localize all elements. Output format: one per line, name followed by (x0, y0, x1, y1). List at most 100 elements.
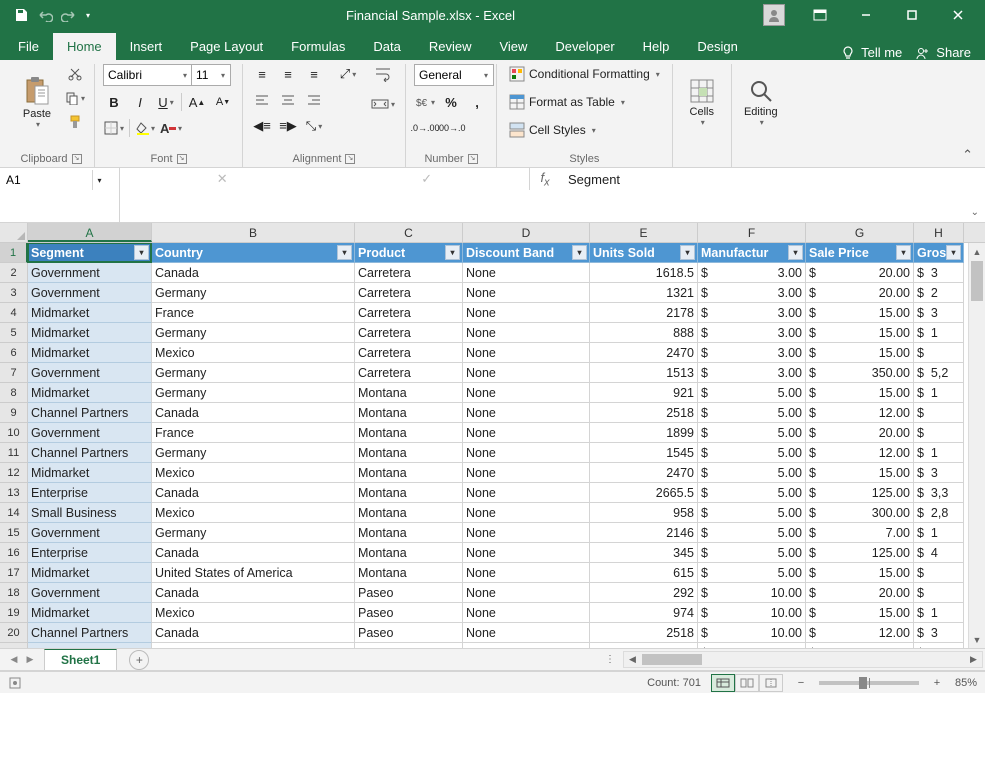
page-layout-view-button[interactable] (735, 674, 759, 692)
cell[interactable]: None (463, 563, 590, 583)
cell[interactable]: $3.00 (698, 303, 806, 323)
row-header[interactable]: 12 (0, 463, 28, 483)
cell[interactable]: 292 (590, 583, 698, 603)
cell[interactable]: Paseo (355, 583, 463, 603)
cell[interactable]: Canada (152, 583, 355, 603)
column-header-A[interactable]: A (28, 223, 152, 242)
cell[interactable]: None (463, 603, 590, 623)
macro-record-icon[interactable] (8, 676, 22, 690)
cell[interactable]: 958 (590, 503, 698, 523)
orientation-button[interactable]: ⤢▾ (337, 64, 359, 84)
cell[interactable]: Germany (152, 643, 355, 648)
zoom-level[interactable]: 85% (955, 677, 977, 689)
align-middle-button[interactable]: ≡ (277, 64, 299, 84)
cell[interactable]: $3.00 (698, 343, 806, 363)
maximize-button[interactable] (889, 0, 935, 30)
cell[interactable]: Montana (355, 483, 463, 503)
scroll-up-button[interactable]: ▲ (969, 243, 985, 260)
cell[interactable]: Carretera (355, 283, 463, 303)
cell[interactable]: $ (914, 583, 964, 603)
cell[interactable]: 921 (590, 383, 698, 403)
cell[interactable]: 1513 (590, 363, 698, 383)
row-header[interactable]: 4 (0, 303, 28, 323)
cell[interactable]: $10.00 (698, 623, 806, 643)
row-header[interactable]: 3 (0, 283, 28, 303)
cell[interactable]: $5.00 (698, 463, 806, 483)
horizontal-scrollbar[interactable]: ◀ ▶ (623, 651, 983, 668)
name-box-input[interactable] (2, 170, 92, 190)
cell[interactable]: $15.00 (806, 323, 914, 343)
font-launcher[interactable]: ↘ (177, 154, 187, 164)
editing-button[interactable]: Editing ▾ (740, 64, 782, 140)
expand-formula-bar-icon[interactable]: ⌄ (971, 207, 979, 218)
cell[interactable]: Segment▾ (28, 243, 152, 263)
sheet-nav-next[interactable]: ▶ (22, 652, 38, 668)
cell[interactable]: $3.00 (698, 323, 806, 343)
cell[interactable]: Germany (152, 363, 355, 383)
cell[interactable]: $15.00 (806, 303, 914, 323)
ribbon-tab-file[interactable]: File (4, 33, 53, 60)
enter-formula-icon[interactable]: ✓ (417, 171, 437, 187)
cell[interactable]: Germany (152, 443, 355, 463)
cell[interactable]: Canada (152, 263, 355, 283)
cell[interactable]: $ 1 (914, 603, 964, 623)
cell[interactable]: Canada (152, 403, 355, 423)
increase-decimal-button[interactable]: .0→.00 (414, 118, 436, 138)
cell[interactable]: None (463, 423, 590, 443)
bold-button[interactable]: B (103, 92, 125, 112)
cell[interactable]: Germany (152, 323, 355, 343)
scroll-down-button[interactable]: ▼ (969, 631, 985, 648)
column-header-G[interactable]: G (806, 223, 914, 242)
column-header-B[interactable]: B (152, 223, 355, 242)
cell[interactable]: Country▾ (152, 243, 355, 263)
cell[interactable]: $ 1 (914, 383, 964, 403)
cell[interactable]: Germany (152, 283, 355, 303)
cell[interactable]: None (463, 583, 590, 603)
cell[interactable]: Channel Partners (28, 623, 152, 643)
cells-button[interactable]: Cells ▾ (681, 64, 723, 140)
cell[interactable]: None (463, 443, 590, 463)
cell[interactable]: Canada (152, 623, 355, 643)
column-header-C[interactable]: C (355, 223, 463, 242)
vscroll-thumb[interactable] (971, 261, 983, 301)
cell[interactable]: Carretera (355, 303, 463, 323)
cell[interactable]: $125.00 (806, 543, 914, 563)
cell[interactable]: Germany (152, 383, 355, 403)
align-top-button[interactable]: ≡ (251, 64, 273, 84)
cell[interactable]: 2665.5 (590, 483, 698, 503)
cell[interactable]: 1321 (590, 283, 698, 303)
align-bottom-button[interactable]: ≡ (303, 64, 325, 84)
undo-icon[interactable] (36, 6, 54, 24)
cell[interactable]: Discount Band▾ (463, 243, 590, 263)
cell[interactable]: $15.00 (806, 603, 914, 623)
conditional-formatting-button[interactable]: Conditional Formatting▾ (505, 64, 664, 84)
cell[interactable]: None (463, 463, 590, 483)
cell[interactable]: Small Business (28, 503, 152, 523)
cell[interactable]: $ 2 (914, 283, 964, 303)
row-header[interactable]: 19 (0, 603, 28, 623)
orientation-alt-button[interactable]: ⤡▾ (303, 116, 325, 136)
cell[interactable]: Carretera (355, 263, 463, 283)
cell[interactable]: Mexico (152, 463, 355, 483)
row-header[interactable]: 11 (0, 443, 28, 463)
row-header[interactable]: 5 (0, 323, 28, 343)
cancel-formula-icon[interactable]: ✕ (212, 171, 232, 187)
name-box-dropdown[interactable]: ▾ (92, 170, 106, 190)
ribbon-tab-view[interactable]: View (485, 33, 541, 60)
number-format-select[interactable] (414, 64, 494, 86)
zoom-slider[interactable] (819, 681, 919, 685)
cell[interactable]: 2470 (590, 343, 698, 363)
ribbon-display-options-icon[interactable] (797, 0, 843, 30)
column-header-E[interactable]: E (590, 223, 698, 242)
cell[interactable]: Carretera (355, 323, 463, 343)
cell[interactable]: None (463, 383, 590, 403)
percent-button[interactable]: % (440, 92, 462, 112)
borders-button[interactable]: ▾ (103, 118, 125, 138)
italic-button[interactable]: I (129, 92, 151, 112)
cell[interactable]: Enterprise (28, 543, 152, 563)
share-button[interactable]: Share (916, 45, 971, 60)
cell[interactable]: Paseo (355, 623, 463, 643)
cell[interactable]: None (463, 363, 590, 383)
cell[interactable]: $10.00 (698, 603, 806, 623)
format-as-table-button[interactable]: Format as Table▾ (505, 92, 664, 112)
